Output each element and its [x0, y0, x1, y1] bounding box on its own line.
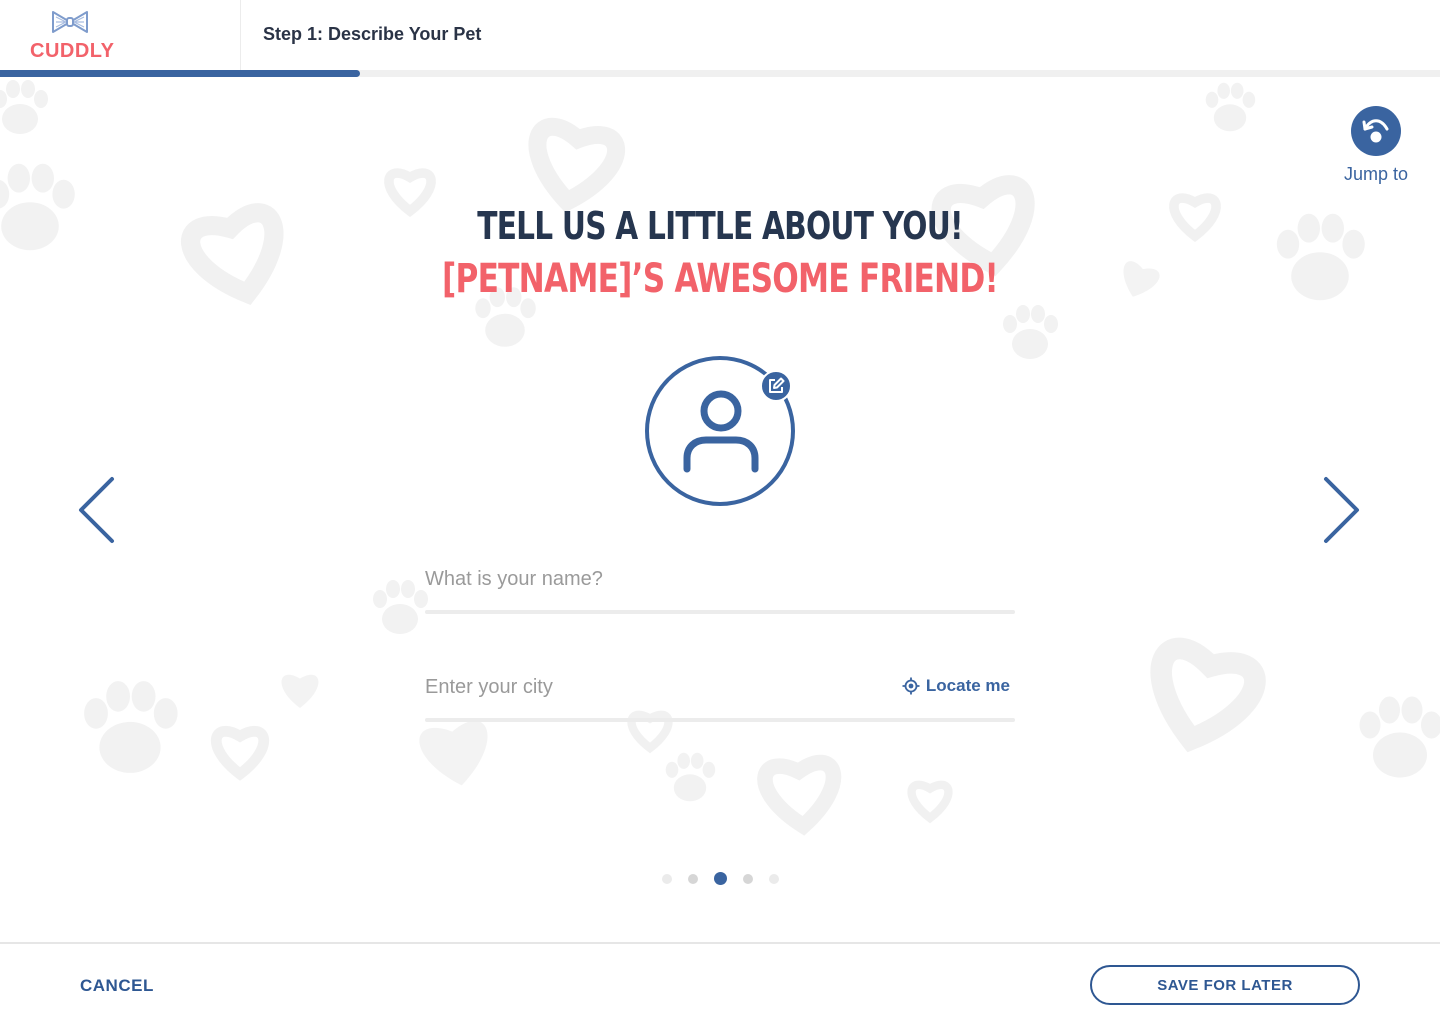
- pagination-dot[interactable]: [713, 872, 727, 885]
- pagination-dot[interactable]: [742, 873, 753, 884]
- page-title: TELL US A LITTLE ABOUT YOU!: [477, 204, 963, 248]
- name-underline: [425, 610, 1015, 614]
- edit-icon: [769, 377, 785, 393]
- jump-circle: [1351, 106, 1401, 156]
- crosshair-icon: [902, 677, 920, 695]
- city-underline: [425, 718, 1015, 722]
- jump-label: Jump to: [1343, 164, 1409, 184]
- progress-fill: [0, 70, 360, 77]
- chevron-left-icon: [79, 477, 114, 543]
- progress-bar: [0, 70, 1440, 77]
- name-field: [425, 564, 1015, 614]
- cancel-button[interactable]: CANCEL: [80, 976, 154, 996]
- pagination-dot[interactable]: [661, 873, 672, 884]
- pagination-dot[interactable]: [768, 873, 779, 884]
- bow-tie-icon: [52, 11, 88, 33]
- pattern-fade: [0, 846, 1440, 942]
- name-input[interactable]: [425, 564, 1015, 594]
- chevron-right-icon: [1324, 477, 1359, 543]
- previous-arrow[interactable]: [76, 475, 116, 545]
- jump-to-button[interactable]: Jump to: [1336, 106, 1416, 185]
- next-arrow[interactable]: [1322, 475, 1362, 545]
- save-for-later-button[interactable]: SAVE FOR LATER: [1090, 965, 1360, 1005]
- edit-avatar-button[interactable]: [760, 370, 792, 402]
- header: CUDDLY Step 1: Describe Your Pet: [0, 0, 1440, 70]
- pagination-dots: [0, 872, 1440, 885]
- step-title: Step 1: Describe Your Pet: [263, 24, 482, 44]
- footer: CANCEL SAVE FOR LATER: [0, 942, 1440, 1026]
- page-subtitle: [PETNAME]’S AWESOME FRIEND!: [442, 256, 999, 302]
- jump-arrow-icon: [1362, 119, 1389, 143]
- locate-me-button[interactable]: Locate me: [895, 676, 1010, 696]
- logo-text: CUDDLY: [30, 40, 115, 62]
- locate-me-label: Locate me: [925, 676, 1010, 695]
- pagination-dot[interactable]: [687, 873, 698, 884]
- city-field: Locate me: [425, 672, 1015, 722]
- logo[interactable]: CUDDLY: [0, 0, 241, 70]
